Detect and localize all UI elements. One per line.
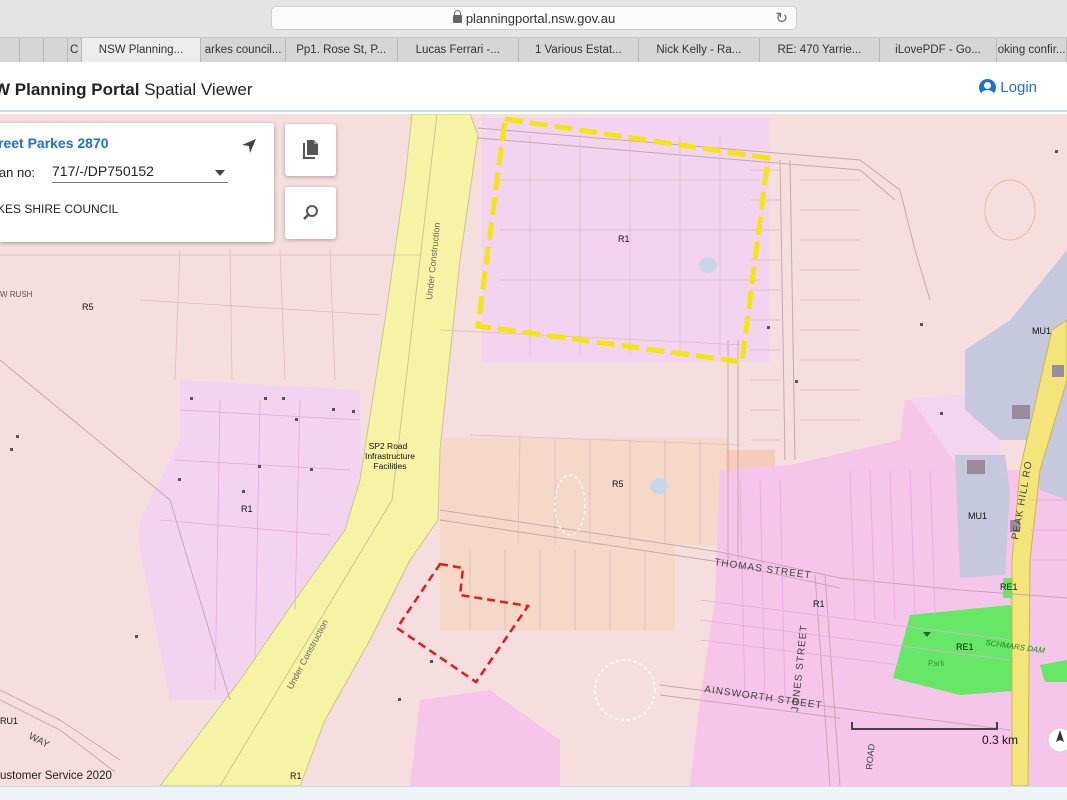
copy-document-icon: [302, 140, 318, 159]
app-header: W Planning Portal Spatial Viewer Login: [0, 62, 1067, 112]
browser-tab[interactable]: [0, 38, 20, 62]
browser-tab[interactable]: iLovePDF - Go...: [880, 38, 998, 62]
browser-tab[interactable]: C: [68, 38, 82, 62]
browser-chrome: planningportal.nsw.gov.au ↻ C NSW Plannin…: [0, 0, 1067, 62]
plan-no-value: 717/-/DP750152: [52, 163, 154, 179]
browser-tab[interactable]: arkes council...: [201, 38, 286, 62]
layers-button[interactable]: [285, 124, 336, 176]
browser-tab[interactable]: RE: 470 Yarrie...: [760, 38, 880, 62]
app-title: W Planning Portal Spatial Viewer: [0, 80, 253, 100]
zone-label: R1: [290, 771, 302, 781]
zone-label: RU1: [0, 716, 18, 726]
login-button[interactable]: Login: [979, 79, 1037, 96]
app-title-bold: W Planning Portal: [0, 80, 140, 99]
zone-peach-area-2: [440, 545, 675, 630]
app-title-rest: Spatial Viewer: [144, 80, 253, 99]
browser-tab[interactable]: oking confir...: [997, 38, 1067, 62]
lock-icon: [452, 10, 462, 23]
zone-label: R1: [813, 599, 825, 609]
pond: [650, 478, 668, 494]
scale-label: 0.3 km: [982, 733, 1019, 747]
locate-icon[interactable]: [241, 138, 257, 154]
zone-label: R1: [241, 504, 253, 514]
bottom-bar: [0, 786, 1067, 800]
sp2-label-line: Infrastructure: [365, 451, 415, 461]
property-address[interactable]: reet Parkes 2870: [0, 135, 109, 151]
sp2-label-line: Facilities: [373, 461, 406, 471]
zone-label: RE1: [1000, 582, 1018, 592]
scale-bar: [851, 722, 998, 730]
sp2-label-line: SP2 Road: [369, 441, 408, 451]
zone-label: RE1: [956, 642, 974, 652]
zoom-search-icon: [302, 205, 318, 220]
browser-tab[interactable]: Lucas Ferrari -...: [398, 38, 520, 62]
council-name: KES SHIRE COUNCIL: [0, 202, 119, 216]
url-text: planningportal.nsw.gov.au: [465, 10, 616, 26]
zone-label: MU1: [1032, 326, 1051, 336]
zone-label: R5: [82, 302, 94, 312]
zoom-search-button[interactable]: [285, 187, 336, 239]
login-label: Login: [1000, 79, 1037, 96]
zone-label: MU1: [968, 511, 987, 521]
pond: [699, 257, 717, 273]
browser-tab[interactable]: [20, 38, 44, 62]
plan-no-select[interactable]: 717/-/DP750152: [52, 161, 228, 183]
browser-tab[interactable]: 1 Various Estat...: [519, 38, 639, 62]
park-label: Park: [928, 659, 945, 668]
zone-label: R1: [618, 234, 630, 244]
address-bar[interactable]: planningportal.nsw.gov.au ↻: [271, 6, 797, 30]
footer-copyright: ustomer Service 2020: [0, 770, 112, 782]
chevron-down-icon: [215, 170, 225, 176]
street-label: W RUSH: [0, 290, 33, 299]
plan-no-label: lan no:: [0, 165, 36, 180]
tab-bar: C NSW Planning... arkes council... Pp1. Ros…: [0, 37, 1067, 62]
browser-tab[interactable]: [44, 38, 68, 62]
browser-tab[interactable]: Pp1. Rose St, P...: [286, 38, 398, 62]
property-info-panel: reet Parkes 2870 lan no: 717/-/DP750152 …: [0, 123, 274, 242]
user-icon: [979, 79, 997, 96]
browser-tab[interactable]: Nick Kelly - Ra...: [639, 38, 761, 62]
zone-peach-area: [440, 438, 728, 545]
browser-tab[interactable]: NSW Planning...: [81, 38, 202, 62]
zone-label: R5: [612, 479, 624, 489]
reload-icon[interactable]: ↻: [775, 9, 788, 27]
